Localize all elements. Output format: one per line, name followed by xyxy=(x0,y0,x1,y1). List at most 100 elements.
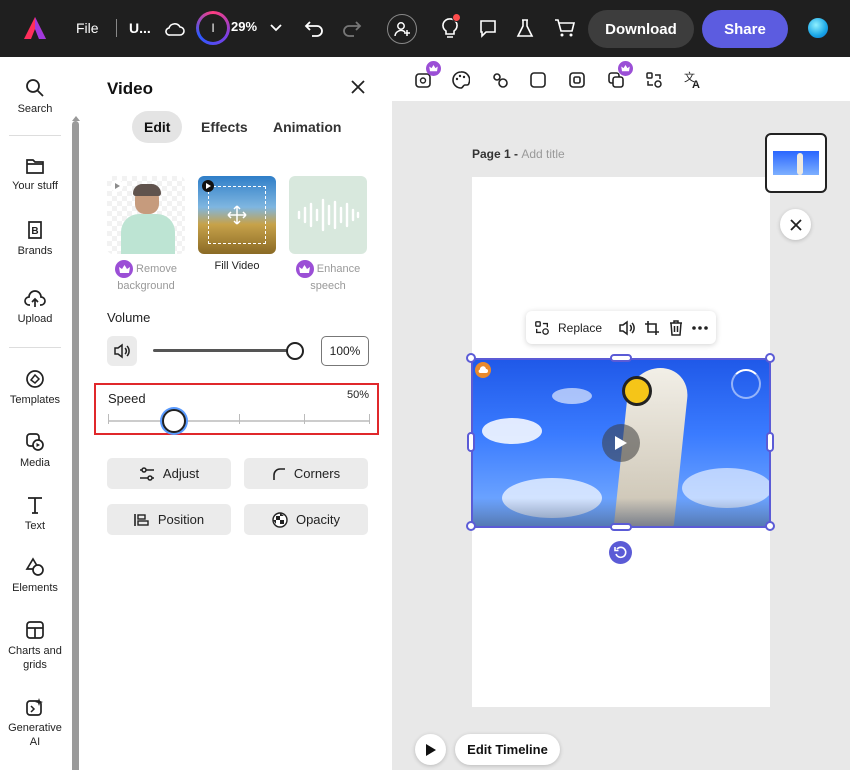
mute-toggle-button[interactable] xyxy=(107,336,137,366)
corner-radius-icon xyxy=(273,467,285,480)
zoom-chevron-down-icon[interactable] xyxy=(268,20,284,36)
palette-icon[interactable] xyxy=(450,69,472,91)
labs-flask-icon[interactable] xyxy=(514,17,536,39)
tab-animation[interactable]: Animation xyxy=(261,111,353,143)
rail-item-elements[interactable]: Elements xyxy=(0,557,70,595)
tab-effects[interactable]: Effects xyxy=(189,111,260,143)
premium-crown-icon xyxy=(426,61,441,76)
add-title-link[interactable]: Add title xyxy=(521,147,564,161)
resize-handle-right[interactable] xyxy=(766,432,774,452)
resize-handle-top-right[interactable] xyxy=(765,353,775,363)
rail-item-text[interactable]: Text xyxy=(0,495,70,533)
undo-icon[interactable] xyxy=(303,17,325,39)
resize-handle-top-left[interactable] xyxy=(466,353,476,363)
share-button[interactable]: Share xyxy=(702,10,788,48)
tab-edit[interactable]: Edit xyxy=(132,111,183,143)
move-arrows-icon xyxy=(227,205,247,225)
corners-button[interactable]: Corners xyxy=(244,458,368,489)
resize-handle-bottom-left[interactable] xyxy=(466,521,476,531)
rail-item-brands[interactable]: B Brands xyxy=(0,220,70,258)
document-title[interactable]: U... xyxy=(129,20,151,36)
volume-value-field[interactable]: 100% xyxy=(321,336,369,366)
user-profile-avatar[interactable] xyxy=(806,16,830,40)
thumbnail-preview xyxy=(773,151,819,175)
play-badge-icon xyxy=(111,180,123,192)
brand-icon: B xyxy=(28,221,42,239)
redo-icon[interactable] xyxy=(341,17,363,39)
rail-item-search[interactable]: Search xyxy=(0,78,70,116)
sliders-icon xyxy=(139,466,154,481)
speed-tick xyxy=(369,414,370,424)
video-play-button[interactable] xyxy=(602,424,640,462)
opacity-button[interactable]: Opacity xyxy=(244,504,368,535)
adobe-express-logo[interactable] xyxy=(22,15,48,41)
align-left-icon xyxy=(134,513,149,526)
resize-handle-left[interactable] xyxy=(467,432,475,452)
opacity-checker-icon xyxy=(272,511,288,528)
speed-slider-thumb[interactable] xyxy=(162,409,186,433)
comment-icon[interactable] xyxy=(476,17,500,39)
download-button[interactable]: Download xyxy=(588,10,694,48)
shapes-tool-icon[interactable] xyxy=(489,69,511,91)
rail-label: Media xyxy=(20,457,50,469)
rail-item-your-stuff[interactable]: Your stuff xyxy=(0,157,70,193)
resize-handle-top[interactable] xyxy=(610,354,632,362)
mask-tool-icon[interactable] xyxy=(566,69,588,91)
invite-user-icon[interactable] xyxy=(387,14,417,44)
remove-background-tile[interactable] xyxy=(107,176,185,254)
trash-icon[interactable] xyxy=(668,319,684,336)
cloud-sync-icon[interactable] xyxy=(164,18,186,40)
rail-item-media[interactable]: Media xyxy=(0,432,70,470)
resize-handle-bottom[interactable] xyxy=(610,523,632,531)
rail-item-generative-ai[interactable]: Generative AI xyxy=(0,697,70,749)
border-tool-icon[interactable] xyxy=(527,69,549,91)
collaborator-avatar[interactable]: I xyxy=(196,11,230,45)
adjust-button[interactable]: Adjust xyxy=(107,458,231,489)
zoom-level[interactable]: 29% xyxy=(231,19,257,34)
replace-button[interactable]: Replace xyxy=(558,321,602,335)
position-button[interactable]: Position xyxy=(107,504,231,535)
timeline-play-button[interactable] xyxy=(415,734,446,765)
replace-icon[interactable] xyxy=(534,320,550,336)
replace-swap-icon[interactable] xyxy=(643,69,665,91)
rail-item-templates[interactable]: Templates xyxy=(0,369,70,407)
file-menu[interactable]: File xyxy=(76,20,99,36)
fill-video-tile[interactable] xyxy=(198,176,276,254)
panel-close-icon[interactable] xyxy=(350,79,370,99)
enhance-speech-tile[interactable] xyxy=(289,176,367,254)
volume-slider-thumb[interactable] xyxy=(286,342,304,360)
folder-icon xyxy=(26,159,44,174)
uploading-cloud-icon xyxy=(475,362,491,378)
translate-icon[interactable]: 文A xyxy=(682,69,704,91)
rail-item-charts-and-grids[interactable]: Charts and grids xyxy=(0,620,70,672)
genai-icon xyxy=(26,698,43,716)
search-icon xyxy=(26,79,44,97)
rotate-icon xyxy=(614,546,627,559)
top-bar: File U... I 29% Download Share xyxy=(0,0,850,57)
more-options-icon[interactable] xyxy=(692,325,708,330)
rail-label: Your stuff xyxy=(12,180,58,192)
rotate-handle[interactable] xyxy=(609,541,632,564)
crop-icon[interactable] xyxy=(644,320,660,336)
rail-label: Brands xyxy=(17,245,53,257)
volume-slider-track[interactable] xyxy=(153,349,297,352)
resize-handle-bottom-right[interactable] xyxy=(765,521,775,531)
rail-label: Charts and grids xyxy=(8,645,62,671)
premium-crown-icon xyxy=(115,260,134,278)
rail-scrollbar[interactable] xyxy=(72,121,79,770)
play-icon xyxy=(425,743,436,756)
volume-icon[interactable] xyxy=(618,320,636,336)
edit-timeline-button[interactable]: Edit Timeline xyxy=(455,734,560,765)
speed-tick xyxy=(304,414,305,424)
svg-text:B: B xyxy=(31,226,38,237)
media-icon xyxy=(26,433,44,451)
cart-icon[interactable] xyxy=(553,17,577,39)
close-thumbnail-button[interactable] xyxy=(780,209,811,240)
rail-label: Upload xyxy=(17,313,53,325)
rail-item-upload[interactable]: Upload xyxy=(0,290,70,326)
page-thumbnail[interactable] xyxy=(765,133,827,193)
left-rail: Search Your stuff B Brands Upload Templa… xyxy=(0,57,82,770)
rail-divider xyxy=(9,347,61,348)
rail-label: Templates xyxy=(9,394,61,406)
element-context-toolbar: Replace xyxy=(526,311,716,344)
